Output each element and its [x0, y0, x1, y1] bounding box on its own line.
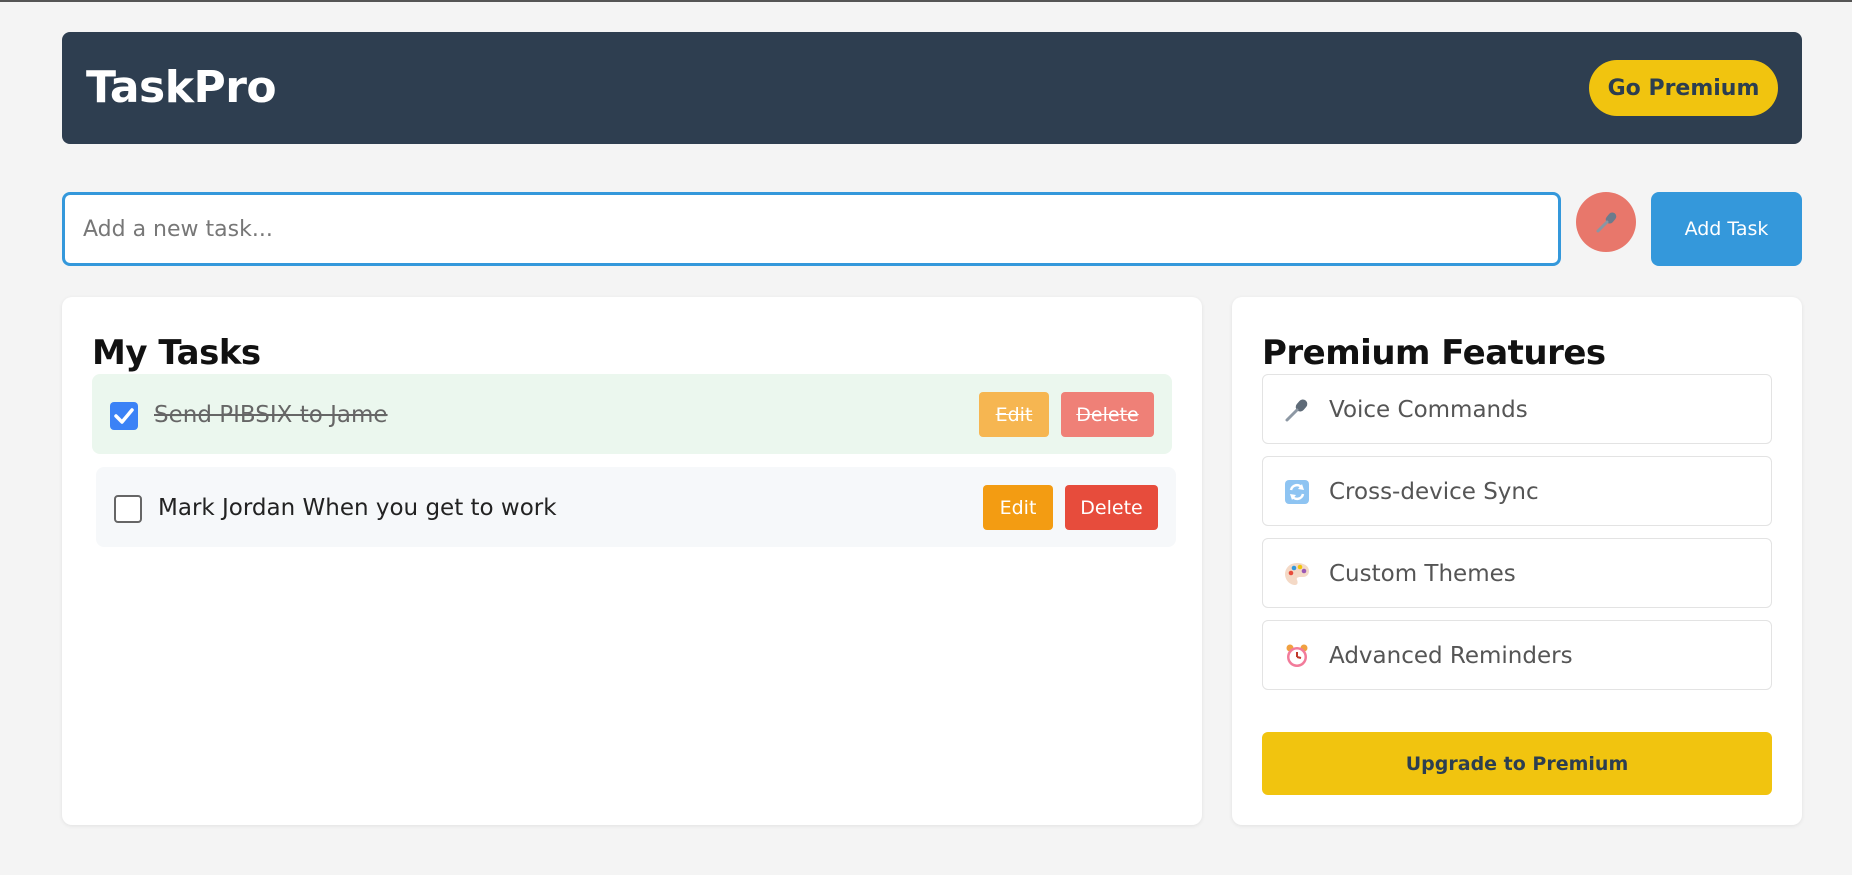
premium-features-panel: Premium Features Voice Commands Cross-de… [1232, 297, 1802, 825]
task-text: Mark Jordan When you get to work [158, 495, 557, 521]
feature-label: Voice Commands [1329, 397, 1528, 423]
window-top-border [0, 0, 1852, 2]
task-checkbox[interactable] [110, 402, 138, 430]
task-text: Send PIBSIX to Jame [154, 402, 388, 428]
palette-icon [1283, 561, 1311, 587]
add-task-button[interactable]: Add Task [1651, 192, 1802, 266]
task-item: Mark Jordan When you get to work Edit De… [96, 467, 1176, 547]
upgrade-to-premium-button[interactable]: Upgrade to Premium [1262, 732, 1772, 795]
delete-task-button[interactable]: Delete [1065, 485, 1158, 530]
app-brand: TaskPro [86, 62, 277, 113]
go-premium-button[interactable]: Go Premium [1589, 60, 1778, 116]
feature-label: Advanced Reminders [1329, 643, 1573, 669]
edit-task-button[interactable]: Edit [983, 485, 1053, 530]
microphone-icon [1596, 212, 1617, 233]
feature-custom-themes: Custom Themes [1262, 538, 1772, 608]
feature-advanced-reminders: Advanced Reminders [1262, 620, 1772, 690]
feature-label: Cross-device Sync [1329, 479, 1539, 505]
edit-task-button[interactable]: Edit [979, 392, 1049, 437]
delete-task-button[interactable]: Delete [1061, 392, 1154, 437]
voice-input-button[interactable] [1576, 192, 1636, 252]
app-header: TaskPro Go Premium [62, 32, 1802, 144]
feature-label: Custom Themes [1329, 561, 1516, 587]
alarm-clock-icon [1283, 643, 1311, 669]
tasks-title: My Tasks [92, 333, 261, 373]
new-task-input[interactable] [62, 192, 1561, 266]
feature-cross-device-sync: Cross-device Sync [1262, 456, 1772, 526]
premium-title: Premium Features [1262, 333, 1606, 373]
feature-voice-commands: Voice Commands [1262, 374, 1772, 444]
checkmark-icon [114, 408, 134, 424]
task-checkbox[interactable] [114, 495, 142, 523]
sync-icon [1283, 479, 1311, 505]
microphone-icon [1283, 397, 1311, 423]
task-item: Send PIBSIX to Jame Edit Delete [92, 374, 1172, 454]
tasks-panel: My Tasks Send PIBSIX to Jame Edit Delete… [62, 297, 1202, 825]
